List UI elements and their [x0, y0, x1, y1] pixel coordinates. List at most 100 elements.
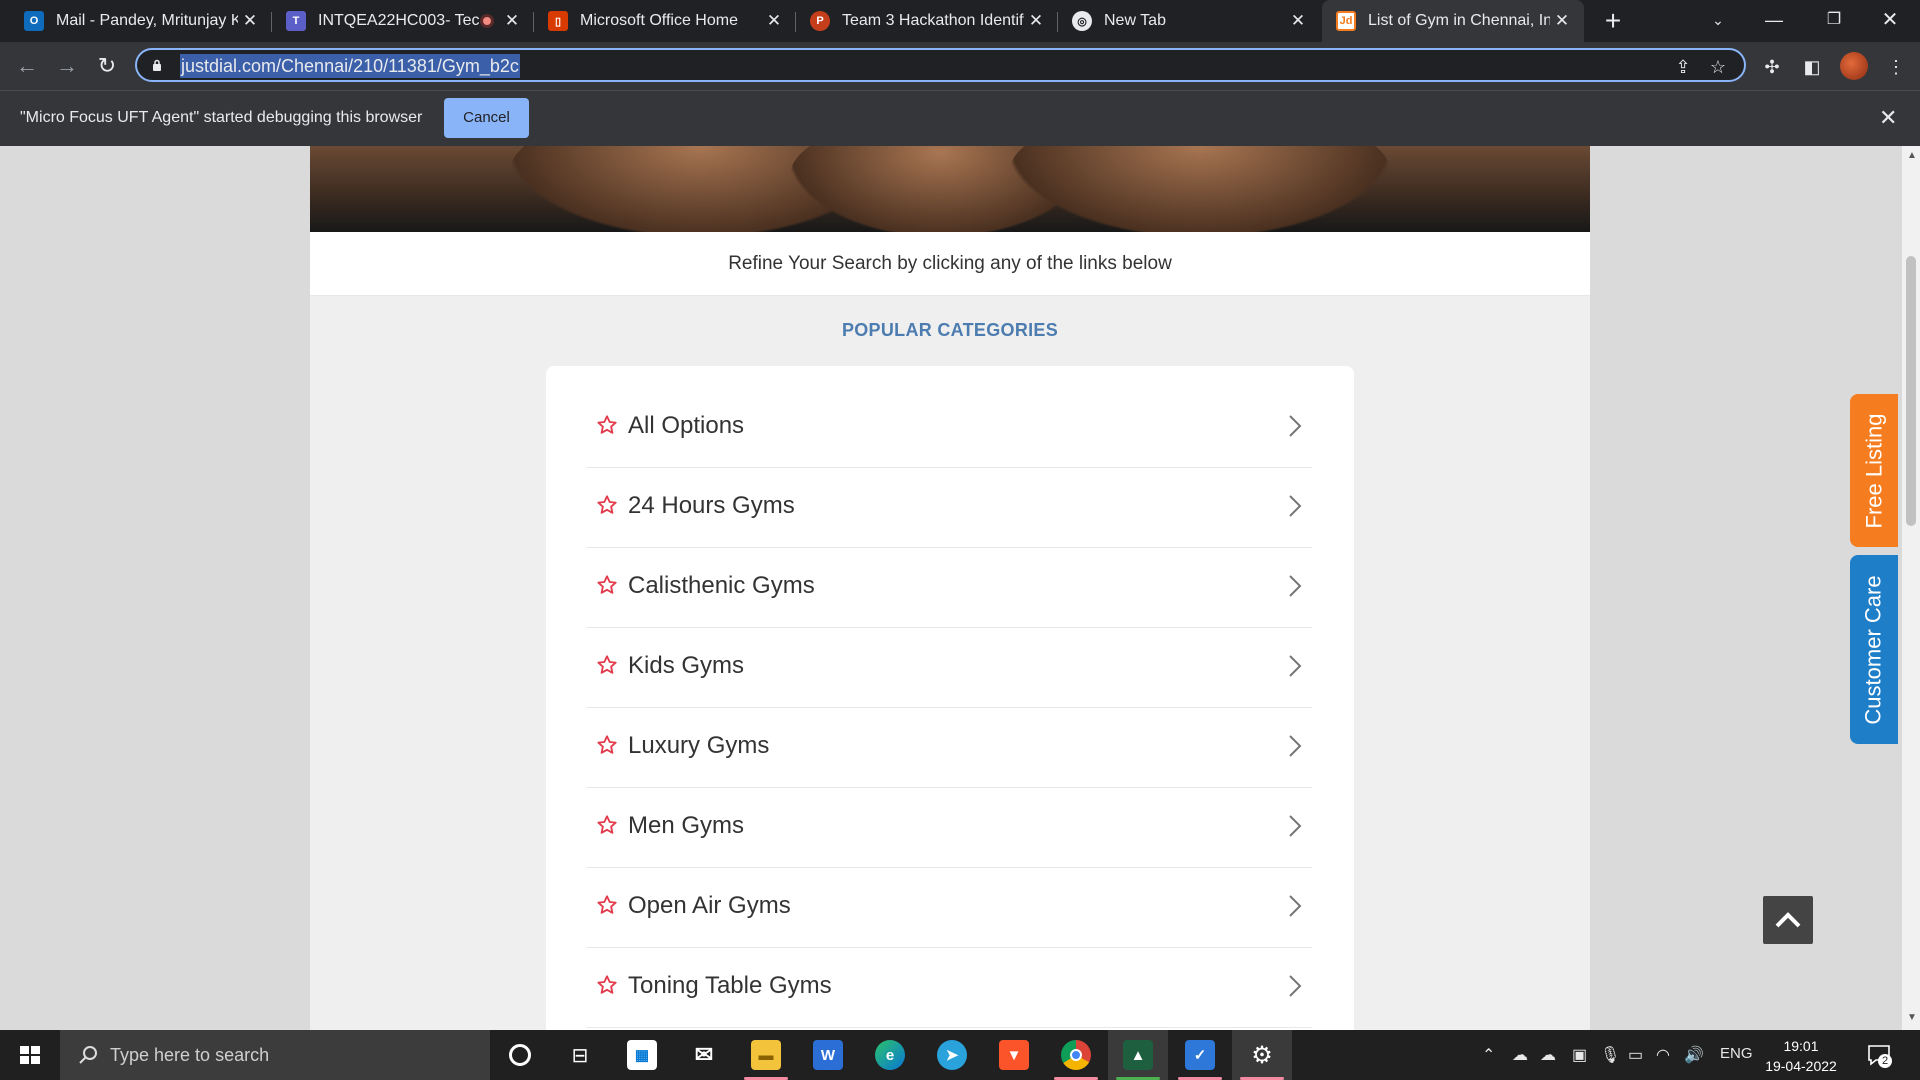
language-indicator[interactable]: ENG [1720, 1045, 1753, 1062]
volume-icon[interactable]: 🔊 [1684, 1045, 1704, 1065]
mail-app[interactable]: ✉ [674, 1030, 734, 1080]
category-row[interactable]: Men Gyms [586, 788, 1312, 868]
scroll-to-top-button[interactable] [1763, 896, 1813, 944]
onedrive-icon[interactable]: ☁ [1512, 1045, 1528, 1065]
windows-logo-icon [20, 1046, 40, 1064]
chrome-menu-icon[interactable]: ⋮ [1886, 57, 1906, 77]
category-row[interactable]: 24 Hours Gyms [586, 468, 1312, 548]
brave-lion-icon: ▼ [999, 1040, 1029, 1070]
forward-arrow-icon[interactable]: → [51, 50, 83, 82]
restore-icon[interactable]: ❐ [1806, 0, 1862, 40]
tab-close-icon[interactable]: ✕ [238, 11, 262, 31]
vs-code-icon: ✓ [1185, 1040, 1215, 1070]
cancel-debug-button[interactable]: Cancel [444, 98, 529, 138]
edge-app[interactable]: e [860, 1030, 920, 1080]
tab-close-icon[interactable]: ✕ [1286, 11, 1310, 31]
tab-title: INTQEA22HC003- Tech [318, 12, 480, 29]
powerpoint-icon: P [810, 11, 830, 31]
cloud-error-icon[interactable]: ☁ [1540, 1045, 1556, 1065]
page-scrollbar[interactable]: ▲ ▼ [1902, 146, 1920, 1030]
mail-envelope-icon: ✉ [694, 1042, 714, 1067]
clock[interactable]: 19:01 19-04-2022 [1762, 1036, 1840, 1076]
tray-overflow-chevron-icon[interactable]: ⌃ [1482, 1045, 1495, 1065]
tab-outlook-mail[interactable]: O Mail - Pandey, Mritunjay Ku ✕ [10, 0, 272, 42]
microsoft-store-app[interactable]: ▦ [612, 1030, 672, 1080]
category-row[interactable]: Open Air Gyms [586, 868, 1312, 948]
clock-date: 19-04-2022 [1765, 1058, 1837, 1074]
file-explorer-app[interactable]: ▬ [736, 1030, 796, 1080]
chevron-right-icon [1289, 495, 1302, 517]
bookmark-star-icon[interactable]: ☆ [1707, 56, 1729, 78]
category-row[interactable]: All Options [586, 388, 1312, 468]
vscode-app[interactable]: ✓ [1170, 1030, 1230, 1080]
microphone-icon[interactable]: 🎙 [1600, 1045, 1620, 1065]
page-viewport: Refine Your Search by clicking any of th… [0, 146, 1902, 1030]
recording-icon [480, 14, 494, 28]
notifications-button[interactable]: 2 [1866, 1042, 1892, 1068]
tab-strip: O Mail - Pandey, Mritunjay Ku ✕ T INTQEA… [0, 0, 1920, 42]
minimize-icon[interactable]: — [1746, 0, 1802, 40]
star-icon [597, 735, 617, 754]
brave-app[interactable]: ▼ [984, 1030, 1044, 1080]
task-view-button[interactable]: ⊟ [550, 1030, 610, 1080]
word-app[interactable]: W [798, 1030, 858, 1080]
tab-search-chevron-icon[interactable]: ⌄ [1690, 0, 1746, 40]
star-icon [597, 655, 617, 674]
tab-close-icon[interactable]: ✕ [762, 11, 786, 31]
new-tab-button[interactable]: + [1598, 6, 1628, 36]
tab-justdial-active[interactable]: Jd List of Gym in Chennai, Indi ✕ [1322, 0, 1584, 42]
category-row[interactable]: Toning Table Gyms [586, 948, 1312, 1028]
start-button[interactable] [0, 1030, 60, 1080]
star-icon [597, 575, 617, 594]
popular-categories-heading: POPULAR CATEGORIES [841, 320, 1059, 340]
category-row[interactable]: Kids Gyms [586, 628, 1312, 708]
taskbar-search-box[interactable]: Type here to search [60, 1030, 490, 1080]
cortana-button[interactable] [490, 1030, 550, 1080]
extensions-puzzle-icon[interactable]: ✣ [1762, 57, 1782, 77]
window-close-icon[interactable]: ✕ [1862, 0, 1918, 40]
side-panel-icon[interactable]: ◧ [1802, 57, 1822, 77]
back-arrow-icon[interactable]: ← [11, 50, 43, 82]
category-label: Kids Gyms [628, 652, 745, 679]
category-label: Luxury Gyms [628, 732, 770, 759]
tab-title: List of Gym in Chennai, Indi [1368, 12, 1550, 29]
scroll-up-arrow-icon[interactable]: ▲ [1907, 151, 1917, 161]
category-label: Calisthenic Gyms [628, 572, 815, 599]
customer-care-tab[interactable]: Customer Care [1850, 555, 1898, 744]
tab-close-icon[interactable]: ✕ [500, 11, 524, 31]
lock-icon [153, 59, 161, 71]
tab-close-icon[interactable]: ✕ [1024, 11, 1048, 31]
chevron-up-icon [1775, 912, 1801, 928]
battery-icon[interactable]: ▭ [1628, 1045, 1643, 1065]
wifi-icon[interactable]: ◠ [1656, 1045, 1670, 1065]
screen: O Mail - Pandey, Mritunjay Ku ✕ T INTQEA… [0, 0, 1920, 1080]
telegram-app[interactable]: ➤ [922, 1030, 982, 1080]
tab-office-home[interactable]: ▯ Microsoft Office Home ✕ [534, 0, 796, 42]
category-row[interactable]: Calisthenic Gyms [586, 548, 1312, 628]
category-row[interactable]: Luxury Gyms [586, 708, 1312, 788]
clock-time: 19:01 [1783, 1038, 1819, 1054]
uft-app[interactable]: ▲ [1108, 1030, 1168, 1080]
profile-avatar[interactable] [1840, 52, 1868, 80]
tab-close-icon[interactable]: ✕ [1550, 11, 1574, 31]
category-label: Men Gyms [628, 812, 745, 839]
share-icon[interactable]: ⇪ [1672, 56, 1694, 78]
meeting-icon[interactable]: ▣ [1572, 1045, 1587, 1065]
uft-icon: ▲ [1123, 1040, 1153, 1070]
search-icon [79, 1046, 97, 1064]
scroll-down-arrow-icon[interactable]: ▼ [1907, 1013, 1917, 1023]
star-icon [597, 415, 617, 434]
tab-hackathon-ppt[interactable]: P Team 3 Hackathon Identify_ ✕ [796, 0, 1058, 42]
url-text[interactable]: justdial.com/Chennai/210/11381/Gym_b2c [180, 54, 520, 78]
settings-app[interactable]: ⚙ [1232, 1030, 1292, 1080]
scrollbar-thumb[interactable] [1906, 256, 1916, 526]
tab-teams[interactable]: T INTQEA22HC003- Tech ✕ [272, 0, 534, 42]
infobar-close-icon[interactable]: ✕ [1879, 105, 1897, 131]
search-placeholder: Type here to search [110, 1045, 270, 1065]
free-listing-tab[interactable]: Free Listing [1850, 394, 1898, 547]
reload-icon[interactable]: ↻ [91, 50, 123, 82]
store-icon: ▦ [627, 1040, 657, 1070]
tab-new-tab[interactable]: ◎ New Tab ✕ [1058, 0, 1320, 42]
chrome-app[interactable] [1046, 1030, 1106, 1080]
address-bar[interactable]: justdial.com/Chennai/210/11381/Gym_b2c ⇪… [135, 48, 1746, 82]
